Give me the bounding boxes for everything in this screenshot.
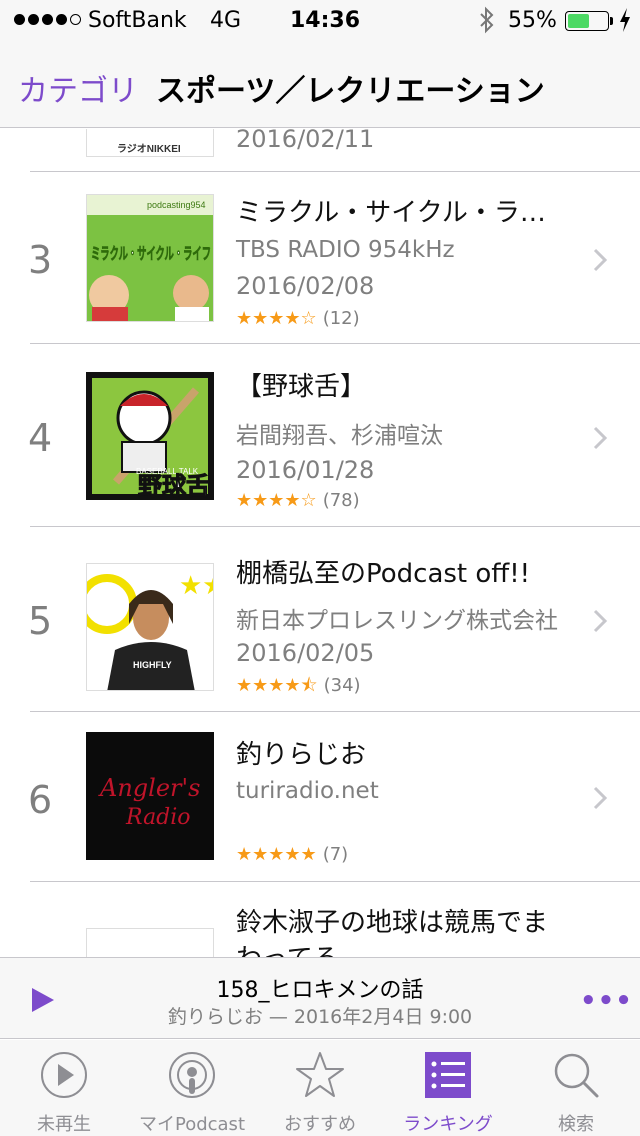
- list-item[interactable]: ラジオNIKKEI 2016/02/11: [0, 129, 640, 172]
- charging-icon: [618, 6, 632, 40]
- podcast-title: 棚橋弘至のPodcast off!!: [236, 559, 531, 589]
- podcast-artwork: ラジオNIKKEI: [86, 129, 214, 157]
- artwork-title-text: ミラクル・サイクル・ライフ: [91, 244, 211, 263]
- chevron-right-icon: [593, 609, 608, 633]
- rating-stars: ★★★★☆ (12): [236, 308, 360, 329]
- podcast-artist: 岩間翔吾、杉浦喧汰: [236, 423, 443, 449]
- tab-ranking[interactable]: ランキング: [384, 1040, 512, 1136]
- tab-label: 検索: [558, 1114, 594, 1135]
- signal-strength-icon: [14, 14, 81, 25]
- tab-my-podcast[interactable]: マイPodcast: [128, 1040, 256, 1136]
- chevron-right-icon: [593, 786, 608, 810]
- podcast-title-line1: 鈴木淑子の地球は競馬でま: [236, 908, 549, 938]
- rating-count: (12): [322, 308, 360, 329]
- page-title: スポーツ／レクリエーション: [156, 74, 545, 109]
- rank-number: 4: [28, 416, 53, 460]
- rating-stars: ★★★★⯪ (34): [236, 675, 361, 696]
- podcast-artwork: Angler's Radio: [86, 732, 214, 860]
- rating-count: (7): [322, 844, 349, 865]
- rank-number: 6: [28, 778, 53, 822]
- release-date: 2016/01/28: [236, 456, 375, 484]
- ranking-list[interactable]: ラジオNIKKEI 2016/02/11 3 podcasting954 ミラク…: [0, 129, 640, 957]
- ranking-list-icon: [425, 1052, 471, 1098]
- episode-title: 158_ヒロキメンの話: [216, 978, 424, 1003]
- podcast-artwork: podcasting954 ミラクル・サイクル・ライフ: [86, 194, 214, 322]
- artwork-subtitle-text: Radio: [125, 805, 191, 830]
- list-item[interactable]: 6 Angler's Radio 釣りらじお turiradio.net ★★★…: [0, 712, 640, 882]
- artwork-logo-text: ラジオNIKKEI: [117, 143, 181, 155]
- carrier-label: SoftBank: [88, 8, 187, 33]
- battery-percent: 55%: [508, 8, 557, 33]
- rating-stars: ★★★★☆ (78): [236, 490, 360, 511]
- podcast-title: 【野球舌】: [236, 372, 367, 402]
- artwork-top-text: podcasting954: [147, 200, 206, 210]
- back-button[interactable]: カテゴリ: [18, 66, 138, 110]
- network-type: 4G: [210, 8, 242, 33]
- release-date: 2016/02/08: [236, 272, 375, 300]
- chevron-right-icon: [593, 248, 608, 272]
- svg-text:★★: ★★: [179, 571, 214, 601]
- rating-count: (34): [323, 675, 361, 696]
- tab-label: ランキング: [403, 1114, 493, 1135]
- list-item[interactable]: 5 ★★ HIGHFLY 棚橋弘至のPodcast off!! 新日本プロレスリ…: [0, 527, 640, 712]
- tab-unplayed[interactable]: 未再生: [0, 1040, 128, 1136]
- tab-search[interactable]: 検索: [512, 1040, 640, 1136]
- podcast-icon: [169, 1052, 215, 1098]
- rating-count: (78): [322, 490, 360, 511]
- play-circle-icon: [41, 1052, 87, 1098]
- tab-bar: 未再生 マイPodcast おすすめ ランキング 検索: [0, 1040, 640, 1136]
- artwork-title-text: Angler's: [98, 774, 200, 802]
- tab-label: おすすめ: [284, 1114, 356, 1135]
- podcast-title: 釣りらじお: [236, 740, 367, 770]
- battery-icon: [565, 11, 613, 31]
- list-item[interactable]: 鈴木淑子の地球は競馬でま わってる: [0, 882, 640, 957]
- chevron-right-icon: [593, 426, 608, 450]
- list-item[interactable]: 3 podcasting954 ミラクル・サイクル・ライフ ミラクル・サイクル・…: [0, 172, 640, 344]
- artwork-title-text: HIGHFLY: [133, 660, 172, 670]
- tab-label: 未再生: [37, 1114, 91, 1135]
- release-date: 2016/02/11: [236, 129, 375, 153]
- release-date: 2016/02/05: [236, 639, 375, 667]
- podcast-artwork: BASEBALL TALK 野球舌: [86, 372, 214, 500]
- now-playing-bar[interactable]: 158_ヒロキメンの話 釣りらじお — 2016年2月4日 9:00 •••: [0, 957, 640, 1039]
- rating-stars: ★★★★★ (7): [236, 844, 349, 865]
- rank-number: 3: [28, 238, 53, 282]
- podcast-artist: 新日本プロレスリング株式会社: [236, 608, 558, 634]
- podcast-artist: TBS RADIO 954kHz: [236, 237, 455, 263]
- podcast-title: ミラクル・サイクル・ラ…: [236, 198, 546, 228]
- episode-subtitle: 釣りらじお — 2016年2月4日 9:00: [167, 1006, 473, 1028]
- bluetooth-icon: [478, 6, 496, 40]
- artwork-title-text: 野球舌: [138, 472, 210, 500]
- more-options-button[interactable]: •••: [580, 986, 633, 1016]
- podcast-artwork: [86, 928, 214, 957]
- podcast-artwork: ★★ HIGHFLY: [86, 563, 214, 691]
- tab-featured[interactable]: おすすめ: [256, 1040, 384, 1136]
- search-icon: [554, 1053, 599, 1098]
- podcast-title-line2: わってる: [236, 938, 339, 957]
- tab-label: マイPodcast: [138, 1114, 245, 1135]
- list-item[interactable]: 4 BASEBALL TALK 野球舌 【野球舌】 岩間翔吾、杉浦喧汰 2016…: [0, 344, 640, 527]
- star-icon: [296, 1052, 344, 1097]
- clock: 14:36: [290, 8, 361, 33]
- rank-number: 5: [28, 599, 53, 643]
- status-bar: SoftBank 4G 14:36 55%: [0, 0, 640, 40]
- navigation-bar: カテゴリ スポーツ／レクリエーション: [0, 40, 640, 128]
- podcast-artist: turiradio.net: [236, 778, 379, 804]
